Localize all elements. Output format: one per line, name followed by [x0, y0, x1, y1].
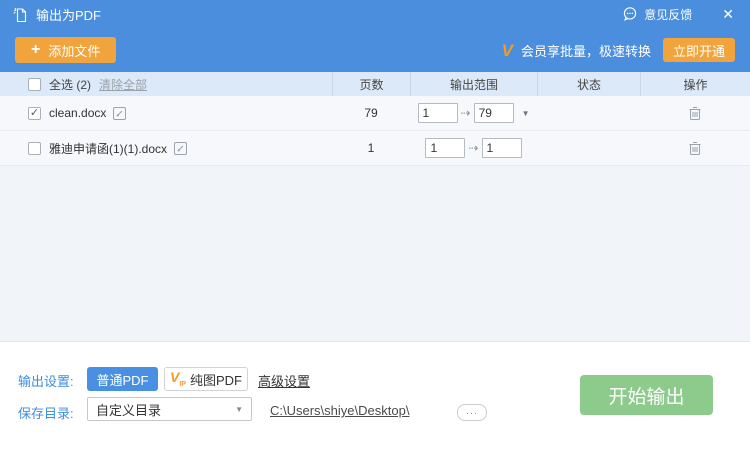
row-checkbox[interactable] [28, 142, 41, 155]
column-header-action: 操作 [640, 72, 750, 96]
vip-promo-text: 会员享批量，极速转换 [521, 41, 651, 60]
image-pdf-button[interactable]: VIP 纯图PDF [164, 367, 248, 391]
clear-all-link[interactable]: 清除全部 [99, 76, 147, 93]
advanced-settings-link[interactable]: 高级设置 [258, 371, 310, 390]
column-header-range: 输出范围 [410, 72, 537, 96]
close-icon[interactable]: ✕ [718, 5, 738, 23]
settings-panel: 输出设置: 普通PDF VIP 纯图PDF 高级设置 保存目录: 自定义目录 ▼… [0, 341, 750, 450]
status-cell [537, 131, 640, 165]
plus-icon: + [31, 42, 40, 58]
caret-down-icon: ▼ [235, 405, 243, 414]
file-name: clean.docx [49, 106, 106, 120]
image-pdf-label: 纯图PDF [190, 370, 242, 389]
column-header-status: 状态 [537, 72, 640, 96]
column-header-pages: 页数 [332, 72, 410, 96]
delete-button[interactable] [688, 106, 702, 121]
pdf-export-icon [12, 6, 29, 23]
range-arrow-icon: ⇢ [461, 106, 471, 120]
add-file-button[interactable]: + 添加文件 [15, 37, 116, 63]
save-dir-label: 保存目录: [18, 403, 74, 422]
table-row: 雅迪申请函(1)(1).docx 1 ⇢ [0, 131, 750, 166]
page-count: 79 [332, 96, 410, 130]
status-cell [537, 96, 640, 130]
range-to-input[interactable] [482, 138, 522, 158]
range-to-input[interactable] [474, 103, 514, 123]
edit-icon[interactable] [113, 107, 126, 120]
save-dir-select[interactable]: 自定义目录 ▼ [87, 397, 252, 421]
window-title: 输出为PDF [36, 5, 101, 24]
range-arrow-icon: ⇢ [468, 141, 478, 155]
start-output-button[interactable]: 开始输出 [580, 375, 713, 415]
table-row: clean.docx 79 ⇢ ▼ [0, 96, 750, 131]
row-checkbox[interactable] [28, 107, 41, 120]
range-from-input[interactable] [425, 138, 465, 158]
edit-icon[interactable] [174, 142, 187, 155]
save-dir-value: 自定义目录 [96, 400, 161, 419]
table-header: 全选 (2) 清除全部 页数 输出范围 状态 操作 [0, 72, 750, 96]
add-file-label: 添加文件 [48, 41, 100, 60]
vip-icon: V [502, 42, 513, 59]
page-count: 1 [332, 131, 410, 165]
caret-down-icon[interactable]: ▼ [522, 109, 530, 118]
save-path-link[interactable]: C:\Users\shiye\Desktop\ [270, 403, 409, 418]
feedback-button[interactable]: 意见反馈 [616, 6, 692, 23]
feedback-label: 意见反馈 [644, 6, 692, 23]
output-settings-label: 输出设置: [18, 371, 74, 390]
range-from-input[interactable] [418, 103, 458, 123]
titlebar: 输出为PDF 意见反馈 ✕ [0, 0, 750, 28]
file-list-empty-area [0, 166, 750, 341]
toolbar: + 添加文件 V 会员享批量，极速转换 立即开通 [0, 28, 750, 72]
select-all-label: 全选 (2) [49, 76, 91, 93]
vip-badge-icon: VIP [170, 370, 186, 388]
activate-vip-button[interactable]: 立即开通 [663, 38, 735, 62]
select-all-checkbox[interactable] [28, 78, 41, 91]
browse-button[interactable]: ··· [457, 404, 487, 421]
delete-button[interactable] [688, 141, 702, 156]
file-name: 雅迪申请函(1)(1).docx [49, 140, 167, 157]
feedback-bubble-icon [622, 6, 638, 22]
normal-pdf-button[interactable]: 普通PDF [87, 367, 158, 391]
export-pdf-window: 输出为PDF 意见反馈 ✕ + 添加文件 V 会员享批量，极速转换 立即开通 [0, 0, 750, 450]
